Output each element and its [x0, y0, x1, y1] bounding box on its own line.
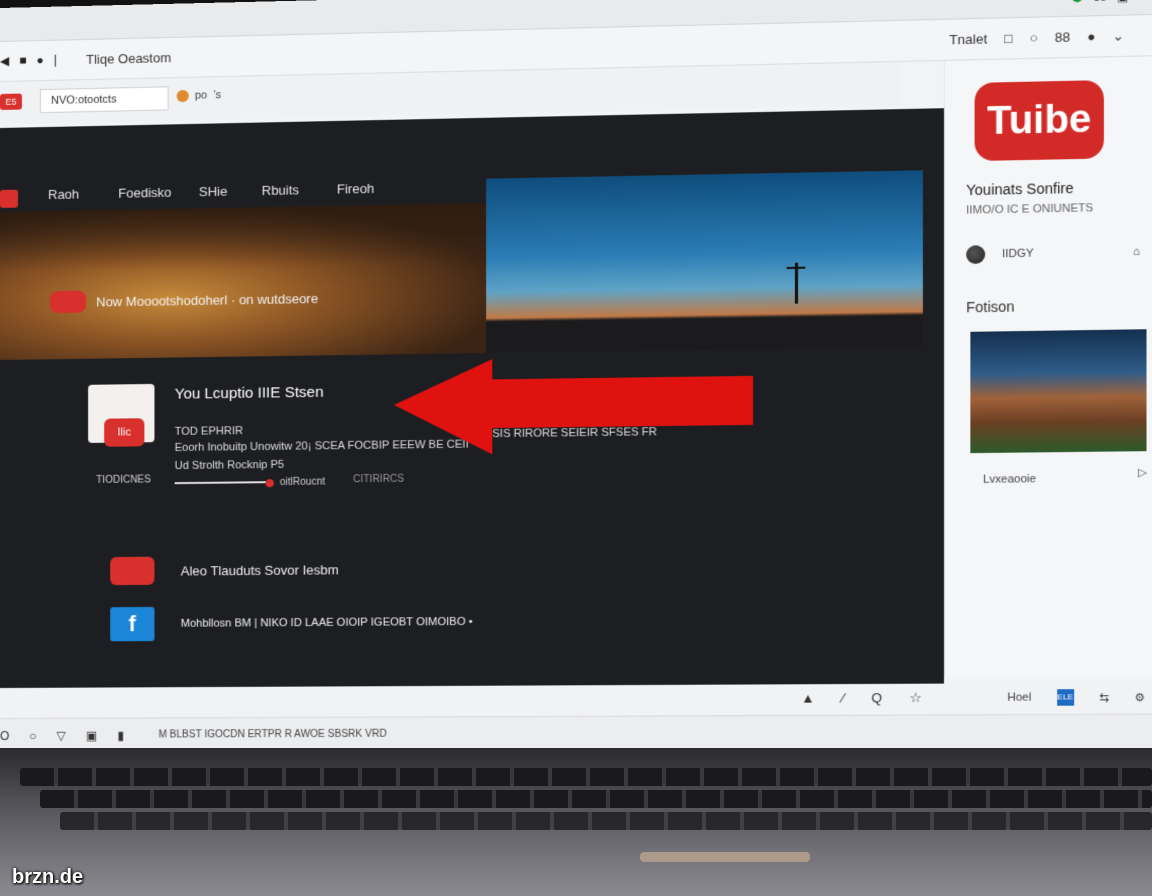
sidebar-account-row[interactable]: IIDGY ⌂	[966, 243, 1140, 265]
star-icon[interactable]: ☆	[909, 690, 921, 706]
trackpad-edge	[640, 852, 810, 862]
facebook-share-icon[interactable]: f	[110, 606, 155, 642]
banner-image-desert[interactable]	[0, 202, 487, 360]
like-icon[interactable]: ▲	[801, 690, 814, 706]
status-text: M BLBST IGOCDN ERTPR R AWOE SBSRK VRD	[158, 728, 387, 741]
site-badge[interactable]: E5	[0, 93, 22, 110]
banner-image-sky[interactable]	[486, 170, 923, 354]
key-row	[40, 790, 1152, 808]
nav-item-shorts[interactable]: SHie	[199, 184, 227, 200]
avatar[interactable]	[966, 245, 986, 265]
download-icon[interactable]: ⌄	[1113, 28, 1125, 45]
browser-tools: Tnalet □ ○ 88 ● ⌄	[949, 28, 1124, 48]
laptop-keyboard	[0, 748, 1152, 896]
pole-crossbar	[786, 266, 806, 270]
orange-circle-icon	[176, 89, 189, 103]
banner-caption: Now Mooootshodoherl · on wutdseore	[50, 287, 319, 314]
status-icon-group: O ○ ▽ ▣ ▮	[0, 729, 124, 743]
extra-label[interactable]: po	[195, 89, 207, 101]
account-label[interactable]: IIDGY	[1002, 247, 1034, 260]
sidebar-title: Youinats Sonfire	[966, 179, 1074, 199]
player-right-group: Hoel ELE ⇆ ⚙	[1007, 689, 1145, 706]
youtube-logo-icon[interactable]	[0, 189, 18, 208]
shield-icon[interactable]: ▽	[57, 729, 66, 743]
tablet-menu[interactable]: Tnalet	[949, 31, 987, 48]
watermark-text: brzn.de	[12, 866, 84, 888]
key-row	[20, 768, 1152, 786]
nav-buttons: ◀ ■ ● |	[0, 53, 57, 68]
recommended-caption[interactable]: Lvxeaooie	[983, 473, 1036, 486]
separator: |	[53, 52, 57, 67]
progress-dot-icon[interactable]	[265, 479, 274, 488]
share-facebook-row[interactable]: f Mohbllosn BM | NIKO ID LAAE OIOIP IGEO…	[110, 605, 473, 642]
stop-icon[interactable]: ■	[19, 53, 26, 67]
ring-icon[interactable]: ○	[29, 729, 36, 743]
player-label: Hoel	[1007, 691, 1032, 704]
share-youtube-row[interactable]: Aleo Tlauduts Sovor Iesbm	[110, 555, 339, 586]
laptop-photo: 88 ▣ ◀ ■ ● | Tliqe Oeastom Tnalet □ ○ 88…	[0, 0, 1152, 896]
video-link[interactable]: oitlRoucnt	[280, 477, 325, 489]
video-page: Raoh Foedisko SHie Rbuits Fireoh Now Moo…	[0, 108, 944, 689]
video-description-line2: Ud Strolth Rocknip P5	[174, 458, 285, 473]
edit-icon[interactable]: ∕	[842, 690, 844, 706]
red-arrow-icon	[393, 355, 754, 456]
window-icon[interactable]: ▣	[1117, 0, 1128, 4]
progress-line	[174, 481, 266, 485]
grid-icon[interactable]: 88	[1055, 29, 1070, 46]
right-sidebar: Tuibe Youinats Sonfire IIMO/O IC E ONIUN…	[943, 55, 1152, 678]
window-title: Tliqe Oeastom	[86, 50, 172, 68]
player-icon-group: ▲ ∕ Q ☆	[801, 690, 921, 707]
sidebar-section-title: Fotison	[966, 298, 1015, 316]
key-row	[60, 812, 1152, 830]
status-dot-icon	[1072, 0, 1084, 3]
settings-icon[interactable]: ⚙	[1135, 690, 1146, 703]
banner-caption-text: Now Mooootshodoherl · on wutdseore	[96, 290, 319, 309]
os-status-icons: 88 ▣	[1072, 0, 1128, 5]
youtube-logo[interactable]: Tuibe	[974, 80, 1104, 162]
window-icon[interactable]: ▣	[86, 729, 97, 743]
channel-badge: Ilic	[104, 418, 145, 447]
youtube-share-label[interactable]: Aleo Tlauduts Sovor Iesbm	[181, 562, 339, 578]
play-button-icon[interactable]	[50, 290, 87, 314]
status-bar: O ○ ▽ ▣ ▮ M BLBST IGOCDN ERTPR R AWOE SB…	[0, 713, 1152, 752]
youtube-share-icon[interactable]	[110, 556, 155, 586]
channel-thumbnail[interactable]: Ilic	[88, 383, 155, 447]
nav-item-explore[interactable]: Foedisko	[118, 185, 171, 201]
recommended-thumbnail[interactable]	[970, 329, 1147, 454]
grid-icon[interactable]: 88	[1094, 0, 1107, 5]
circle-o-icon[interactable]: O	[0, 729, 9, 743]
address-extras: po ’s	[176, 89, 222, 103]
player-controls: ▲ ∕ Q ☆ Hoel ELE ⇆ ⚙	[0, 682, 1152, 718]
extra-tail: ’s	[213, 89, 222, 102]
record-icon[interactable]: ●	[36, 53, 43, 67]
video-title[interactable]: You Lcuptio IIIE Stsen	[175, 384, 324, 403]
nav-item-filter[interactable]: Fireoh	[337, 181, 375, 197]
video-meta: TOD EPHRIR	[174, 425, 244, 438]
url-field[interactable]: NVO:otootcts	[39, 86, 169, 114]
profile-icon[interactable]: ●	[1087, 29, 1095, 46]
bar-icon: ▮	[117, 728, 125, 743]
sidebar-subtitle: IIMO/O IC E ONIUNETS	[966, 202, 1094, 217]
laptop-screen: 88 ▣ ◀ ■ ● | Tliqe Oeastom Tnalet □ ○ 88…	[0, 0, 1152, 754]
square-icon[interactable]: □	[1004, 31, 1012, 48]
search-icon[interactable]: Q	[871, 690, 882, 706]
channel-label: TIODICNES	[96, 474, 151, 486]
blue-badge-icon[interactable]: ELE	[1056, 689, 1074, 706]
home-icon[interactable]: ⌂	[1133, 246, 1140, 259]
swap-icon[interactable]: ⇆	[1099, 691, 1109, 704]
nav-item-home[interactable]: Raoh	[48, 186, 79, 202]
video-sublink[interactable]: CITIRIRCS	[353, 474, 404, 486]
play-icon[interactable]: ▷	[1138, 466, 1147, 479]
circle-icon[interactable]: ○	[1029, 30, 1037, 47]
back-icon[interactable]: ◀	[0, 54, 9, 68]
nav-item-results[interactable]: Rbuits	[262, 182, 299, 198]
facebook-share-label[interactable]: Mohbllosn BM | NIKO ID LAAE OIOIP IGEOBT…	[181, 616, 473, 630]
